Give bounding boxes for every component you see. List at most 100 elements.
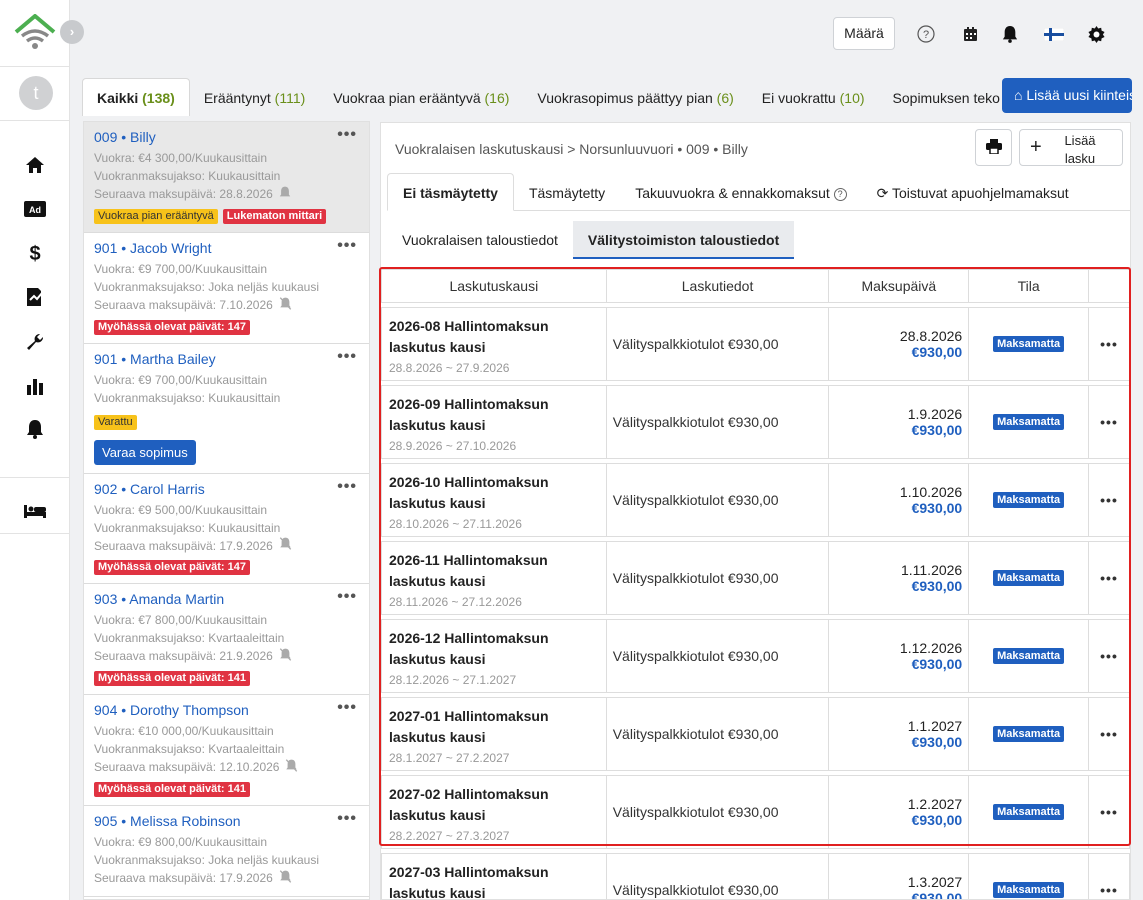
table-row[interactable]: 2027-02 Hallintomaksun laskutus kausi 28.… — [381, 775, 1130, 849]
tenant-card[interactable]: 009 • Billy ••• Vuokra: €4 300,00/Kuukau… — [84, 122, 369, 233]
tab-label: Vuokrasopimus päättyy pian — [537, 90, 717, 106]
row-more-options-icon[interactable]: ••• — [1089, 542, 1129, 614]
help-icon[interactable]: ? — [833, 187, 847, 201]
tab-contract-making[interactable]: Sopimuksen teko — [879, 79, 1002, 116]
table-row[interactable]: 2026-10 Hallintomaksun laskutus kausi 28.… — [381, 463, 1130, 537]
tab-overdue[interactable]: Erääntynyt (111) — [190, 79, 319, 116]
more-options-icon[interactable]: ••• — [337, 237, 357, 255]
row-more-options-icon[interactable]: ••• — [1089, 386, 1129, 458]
calendar-icon[interactable] — [960, 24, 980, 44]
tenant-card[interactable]: 902 • Carol Harris ••• Vuokra: €9 500,00… — [84, 473, 369, 585]
tab-reconciled[interactable]: Täsmäytetty — [514, 174, 620, 212]
tenant-name[interactable]: 901 • Martha Bailey — [94, 351, 359, 367]
tab-deposits[interactable]: Takuuvuokra & ennakkomaksut ? — [620, 174, 861, 212]
book-contract-button[interactable]: Varaa sopimus — [94, 439, 196, 465]
more-options-icon[interactable]: ••• — [337, 126, 357, 144]
tenant-card[interactable]: 904 • Dorothy Thompson ••• Vuokra: €10 0… — [84, 695, 369, 807]
tenant-card[interactable]: 901 • Jacob Wright ••• Vuokra: €9 700,00… — [84, 232, 369, 344]
finland-flag-icon[interactable] — [1044, 24, 1064, 44]
bell-icon[interactable] — [279, 186, 291, 204]
tab-all[interactable]: Kaikki (138) — [82, 78, 190, 116]
tab-rent-due-soon[interactable]: Vuokraa pian erääntyvä (16) — [319, 79, 523, 116]
tab-recurring-utilities[interactable]: ⟳ Toistuvat apuohjelmamaksut — [862, 174, 1084, 212]
add-new-property-button[interactable]: ⌂ Lisää uusi kiinteistö... — [1002, 78, 1132, 113]
tenant-rent: Vuokra: €9 700,00/Kuukausittain — [94, 261, 268, 276]
row-more-options-icon[interactable]: ••• — [1089, 308, 1129, 380]
status-cell: Maksamatta — [969, 464, 1090, 536]
payment-amount: €930,00 — [911, 578, 963, 594]
ad-icon[interactable]: Ad — [23, 197, 47, 221]
tenant-rent: Vuokra: €9 500,00/Kuukausittain — [94, 502, 268, 517]
payment-date-cell: 1.10.2026 €930,00 — [829, 464, 970, 536]
home-icon[interactable] — [23, 153, 47, 177]
tenant-name[interactable]: 905 • Melissa Robinson — [94, 813, 359, 829]
tenant-name[interactable]: 009 • Billy — [94, 129, 359, 145]
add-new-label: Lisää uusi kiinteistö... — [1026, 87, 1132, 103]
payment-amount: €930,00 — [911, 656, 963, 672]
billing-period-title[interactable]: 2026-10 Hallintomaksun laskutus kausi — [389, 472, 599, 514]
tab-count: (6) — [716, 90, 734, 106]
tab-tenant-finance[interactable]: Vuokralaisen taloustiedot — [387, 221, 573, 259]
help-icon[interactable]: ? — [916, 24, 936, 44]
avatar[interactable]: t — [19, 76, 53, 110]
tab-count: (16) — [484, 90, 510, 106]
tenant-card[interactable]: 901 • Martha Bailey ••• Vuokra: €9 700,0… — [84, 343, 369, 474]
more-options-icon[interactable]: ••• — [337, 478, 357, 496]
billing-period-title[interactable]: 2026-08 Hallintomaksun laskutus kausi — [389, 316, 599, 358]
table-row[interactable]: 2026-08 Hallintomaksun laskutus kausi 28.… — [381, 307, 1130, 381]
more-options-icon[interactable]: ••• — [337, 810, 357, 828]
contract-icon[interactable] — [23, 285, 47, 309]
row-more-options-icon[interactable]: ••• — [1089, 776, 1129, 848]
tenant-name[interactable]: 902 • Carol Harris — [94, 481, 359, 497]
amount-button[interactable]: Määrä — [833, 17, 895, 50]
dollar-icon[interactable]: $ — [23, 241, 47, 265]
tab-agency-finance[interactable]: Välitystoimiston taloustiedot — [572, 221, 795, 259]
table-row[interactable]: 2026-09 Hallintomaksun laskutus kausi 28.… — [381, 385, 1130, 459]
more-options-icon[interactable]: ••• — [337, 699, 357, 717]
gear-icon[interactable] — [1086, 24, 1106, 44]
table-row[interactable]: 2027-03 Hallintomaksun laskutus kausi Väl… — [381, 853, 1130, 899]
tenant-name[interactable]: 904 • Dorothy Thompson — [94, 702, 359, 718]
more-options-icon[interactable]: ••• — [337, 348, 357, 366]
billing-period-title[interactable]: 2027-01 Hallintomaksun laskutus kausi — [389, 706, 599, 748]
billing-period-title[interactable]: 2026-09 Hallintomaksun laskutus kausi — [389, 394, 599, 436]
svg-text:?: ? — [923, 29, 929, 41]
tab-label: Sopimuksen teko — [892, 90, 1000, 106]
payment-date-cell: 28.8.2026 €930,00 — [829, 308, 970, 380]
tenant-card[interactable]: 903 • Amanda Martin ••• Vuokra: €7 800,0… — [84, 584, 369, 696]
more-options-icon[interactable]: ••• — [337, 588, 357, 606]
bell-off-icon[interactable] — [279, 870, 292, 888]
billing-period-title[interactable]: 2026-11 Hallintomaksun laskutus kausi — [389, 550, 599, 592]
print-button[interactable] — [975, 129, 1012, 166]
bell-off-icon[interactable] — [279, 296, 292, 315]
billing-period-title[interactable]: 2026-12 Hallintomaksun laskutus kausi — [389, 628, 599, 670]
tenant-name[interactable]: 901 • Jacob Wright — [94, 240, 359, 256]
row-more-options-icon[interactable]: ••• — [1089, 464, 1129, 536]
table-row[interactable]: 2027-01 Hallintomaksun laskutus kausi 28.… — [381, 697, 1130, 771]
row-more-options-icon[interactable]: ••• — [1089, 698, 1129, 770]
tab-lease-ending-soon[interactable]: Vuokrasopimus päättyy pian (6) — [523, 79, 747, 116]
bell-icon[interactable] — [23, 417, 47, 441]
tab-not-rented[interactable]: Ei vuokrattu (10) — [748, 79, 879, 116]
breadcrumb: Vuokralaisen laskutuskausi > Norsunluuvu… — [395, 141, 748, 157]
bell-off-icon[interactable] — [279, 537, 292, 555]
notifications-bell-icon[interactable] — [1000, 24, 1020, 44]
bell-off-icon[interactable] — [285, 759, 298, 777]
tab-unreconciled[interactable]: Ei täsmäytetty — [387, 173, 514, 211]
payment-date: 1.11.2026 — [900, 562, 963, 578]
tenant-name[interactable]: 903 • Amanda Martin — [94, 591, 359, 607]
billing-period-title[interactable]: 2027-02 Hallintomaksun laskutus kausi — [389, 784, 599, 826]
bell-off-icon[interactable] — [279, 648, 292, 666]
chart-icon[interactable] — [23, 374, 47, 398]
add-invoice-button[interactable]: + Lisää lasku — [1019, 129, 1123, 166]
billing-period-range: 28.2.2027 ~ 27.3.2027 — [389, 829, 510, 843]
billing-period-title[interactable]: 2027-03 Hallintomaksun laskutus kausi — [389, 862, 599, 899]
wifi-home-logo-icon[interactable] — [14, 14, 56, 55]
wrench-icon[interactable] — [23, 330, 47, 354]
row-more-options-icon[interactable]: ••• — [1089, 854, 1129, 899]
tenant-card[interactable]: 905 • Melissa Robinson ••• Vuokra: €9 80… — [84, 806, 369, 897]
table-row[interactable]: 2026-11 Hallintomaksun laskutus kausi 28.… — [381, 541, 1130, 615]
table-row[interactable]: 2026-12 Hallintomaksun laskutus kausi 28.… — [381, 619, 1130, 693]
bed-icon[interactable] — [23, 499, 47, 523]
row-more-options-icon[interactable]: ••• — [1089, 620, 1129, 692]
